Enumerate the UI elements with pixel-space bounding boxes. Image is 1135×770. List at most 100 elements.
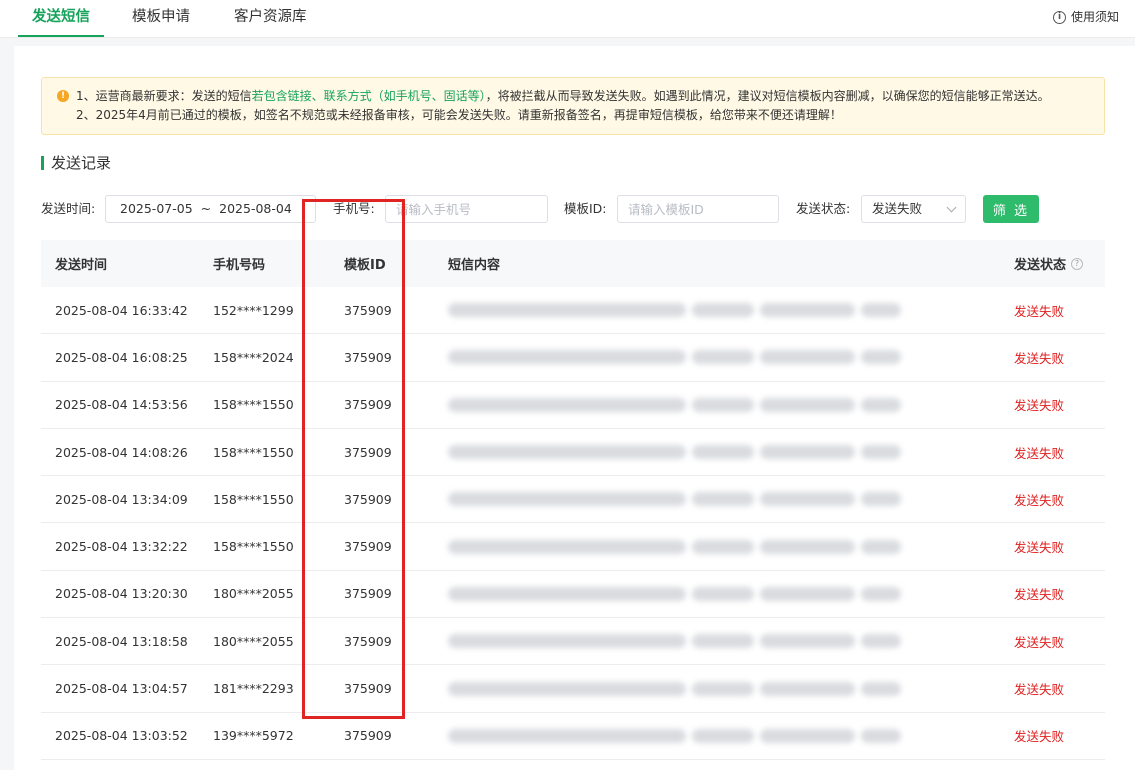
blur-segment: [760, 539, 855, 554]
blur-segment: [692, 445, 754, 460]
header-send-time: 发送时间: [55, 258, 108, 273]
blur-segment: [760, 350, 855, 365]
blur-segment: [861, 492, 901, 507]
cell-status: 发送失败: [1014, 682, 1065, 698]
header-status: 发送状态 ?: [1014, 240, 1084, 287]
blur-segment: [448, 303, 686, 318]
cell-template-id: 375909: [344, 633, 392, 649]
notice-banner: ! 1、运营商最新要求：发送的短信若包含链接、联系方式（如手机号、固话等），将被…: [41, 77, 1105, 135]
header-template-id: 模板ID: [344, 258, 386, 273]
header-status-label: 发送状态: [1014, 258, 1067, 273]
phone-input[interactable]: [385, 195, 548, 223]
blur-segment: [760, 445, 855, 460]
table-body: 2025-08-04 16:33:42 152****1299 375909 发…: [41, 287, 1105, 760]
cell-send-time: 2025-08-04 13:03:52: [55, 728, 188, 744]
cell-content-redacted: [448, 713, 901, 759]
cell-template-id: 375909: [344, 349, 392, 365]
blur-segment: [861, 539, 901, 554]
cell-content-redacted: [448, 429, 901, 475]
filter-button[interactable]: 筛 选: [983, 195, 1039, 223]
cell-send-time: 2025-08-04 16:33:42: [55, 302, 188, 318]
blur-segment: [692, 492, 754, 507]
date-range-picker[interactable]: 2025-07-05 ~ 2025-08-04: [105, 195, 316, 223]
table-row: 2025-08-04 16:33:42 152****1299 375909 发…: [41, 287, 1105, 335]
blurred-content: [448, 445, 901, 460]
tab-customer-library[interactable]: 客户资源库: [234, 0, 307, 38]
date-separator: ~: [200, 201, 212, 216]
top-tab-bar: 发送短信 模板申请 客户资源库 i 使用须知: [0, 0, 1135, 38]
cell-phone: 158****1550: [213, 444, 294, 460]
cell-phone: 158****2024: [213, 349, 294, 365]
cell-status: 发送失败: [1014, 398, 1065, 414]
cell-template-id: 375909: [344, 397, 392, 413]
status-select-value: 发送失败: [872, 201, 923, 216]
help-label: 使用须知: [1070, 10, 1119, 24]
cell-send-time: 2025-08-04 13:20:30: [55, 586, 188, 602]
table-row: 2025-08-04 13:32:22 158****1550 375909 发…: [41, 523, 1105, 571]
cell-phone: 152****1299: [213, 302, 294, 318]
cell-status: 发送失败: [1014, 540, 1065, 556]
notice-line-1: 1、运营商最新要求：发送的短信若包含链接、联系方式（如手机号、固话等），将被拦截…: [58, 87, 1092, 106]
blur-segment: [760, 728, 855, 743]
blur-segment: [448, 634, 686, 649]
help-link[interactable]: i 使用须知: [1052, 0, 1119, 34]
warning-icon: !: [57, 90, 69, 102]
blur-segment: [692, 303, 754, 318]
cell-status: 发送失败: [1014, 445, 1065, 461]
header-content: 短信内容: [448, 258, 501, 273]
cell-content-redacted: [448, 334, 901, 380]
blur-segment: [692, 586, 754, 601]
blur-segment: [861, 445, 901, 460]
table-row: 2025-08-04 14:08:26 158****1550 375909 发…: [41, 429, 1105, 477]
blur-segment: [692, 728, 754, 743]
blur-segment: [448, 728, 686, 743]
tab-template-apply[interactable]: 模板申请: [132, 0, 190, 38]
cell-content-redacted: [448, 287, 901, 333]
cell-send-time: 2025-08-04 16:08:25: [55, 349, 188, 365]
cell-phone: 139****5972: [213, 728, 294, 744]
cell-status: 发送失败: [1014, 729, 1065, 745]
send-time-label: 发送时间:: [41, 201, 96, 216]
template-id-input[interactable]: [617, 195, 779, 223]
question-icon[interactable]: ?: [1071, 257, 1084, 270]
blur-segment: [448, 492, 686, 507]
cell-phone: 158****1550: [213, 491, 294, 507]
cell-content-redacted: [448, 523, 901, 569]
cell-send-time: 2025-08-04 13:34:09: [55, 491, 188, 507]
blur-segment: [692, 681, 754, 696]
blur-segment: [861, 586, 901, 601]
cell-content-redacted: [448, 618, 901, 664]
cell-template-id: 375909: [344, 491, 392, 507]
status-select[interactable]: 发送失败: [861, 195, 966, 223]
cell-status: 发送失败: [1014, 350, 1065, 366]
info-icon: i: [1052, 10, 1066, 24]
blurred-content: [448, 303, 901, 318]
chevron-down-icon: [946, 202, 957, 212]
cell-phone: 180****2055: [213, 586, 294, 602]
blur-segment: [760, 492, 855, 507]
blur-segment: [760, 586, 855, 601]
notice-line-1-post: ，将被拦截从而导致发送失败。如遇到此情况，建议对短信模板内容删减，以确保您的短信…: [485, 89, 1050, 103]
table-row: 2025-08-04 13:04:57 181****2293 375909 发…: [41, 665, 1105, 713]
blur-segment: [861, 303, 901, 318]
send-records-table: 发送时间 手机号码 模板ID 短信内容 发送状态 ? 2025-08-04 16…: [41, 240, 1105, 760]
cell-send-time: 2025-08-04 14:53:56: [55, 397, 188, 413]
blurred-content: [448, 728, 901, 743]
cell-template-id: 375909: [344, 728, 392, 744]
tab-send-sms[interactable]: 发送短信: [18, 0, 104, 38]
cell-send-time: 2025-08-04 13:18:58: [55, 633, 188, 649]
blurred-content: [448, 492, 901, 507]
blurred-content: [448, 397, 901, 412]
cell-template-id: 375909: [344, 444, 392, 460]
blurred-content: [448, 539, 901, 554]
cell-content-redacted: [448, 382, 901, 428]
cell-phone: 158****1550: [213, 539, 294, 555]
blurred-content: [448, 586, 901, 601]
blur-segment: [861, 634, 901, 649]
blur-segment: [692, 539, 754, 554]
table-row: 2025-08-04 13:20:30 180****2055 375909 发…: [41, 571, 1105, 619]
table-row: 2025-08-04 16:08:25 158****2024 375909 发…: [41, 334, 1105, 382]
blur-segment: [861, 681, 901, 696]
table-row: 2025-08-04 13:18:58 180****2055 375909 发…: [41, 618, 1105, 666]
status-label: 发送状态:: [796, 201, 851, 216]
